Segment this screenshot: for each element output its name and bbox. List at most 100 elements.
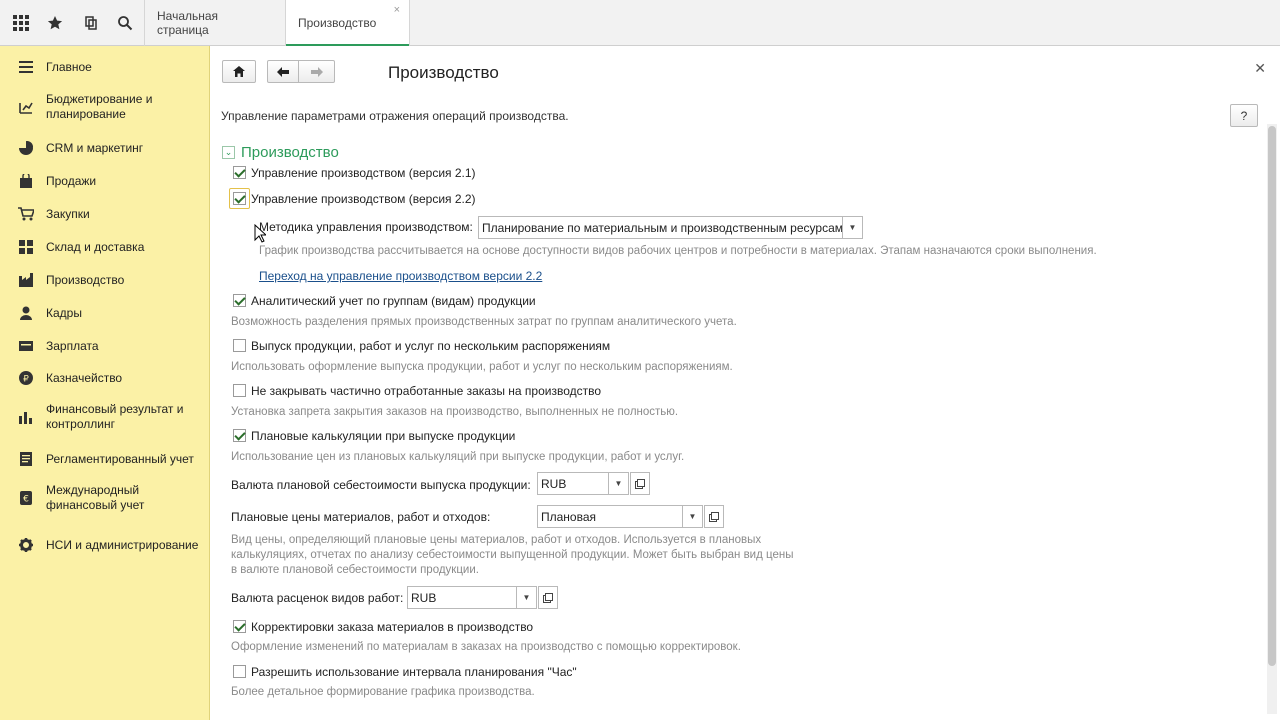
back-button[interactable] — [267, 60, 299, 83]
method-hint: График производства рассчитывается на ос… — [259, 245, 1097, 257]
release-label: Выпуск продукции, работ и услуг по неско… — [251, 339, 611, 353]
collapse-chevron-icon[interactable]: ⌄ — [222, 146, 235, 159]
rate-currency-label: Валюта расценок видов работ: — [231, 591, 404, 605]
plan-calc-checkbox[interactable] — [233, 429, 246, 442]
plan-prices-hint: Вид цены, определяющий плановые цены мат… — [231, 534, 794, 576]
sidebar-item-label: Бюджетирование и планирование — [46, 92, 153, 121]
shopping-bag-icon — [18, 173, 34, 189]
salary-icon — [18, 338, 34, 354]
sidebar-item-label: Международный финансовый учет — [46, 483, 145, 512]
mouse-cursor-icon — [254, 224, 266, 243]
treasury-icon: ₽ — [18, 370, 34, 386]
method-select[interactable]: Планирование по материальным и производс… — [478, 216, 843, 239]
sidebar-item-label: Склад и доставка — [46, 239, 145, 254]
top-bar: Начальная страница Производство × — [0, 0, 1280, 47]
sidebar-item-label: CRM и маркетинг — [46, 140, 144, 155]
gear-icon — [18, 537, 34, 553]
v22-checkbox[interactable] — [233, 192, 246, 205]
corrections-checkbox[interactable] — [233, 620, 246, 633]
sidebar-item-ifrs[interactable]: € Международный финансовый учет — [0, 482, 210, 514]
sidebar-item-production[interactable]: Производство — [0, 270, 210, 290]
sidebar-item-label: Регламентированный учет — [46, 451, 194, 466]
method-label: Методика управления производством: — [259, 220, 473, 234]
sidebar-item-label: Казначейство — [46, 370, 123, 385]
factory-icon — [18, 272, 34, 288]
hour-interval-checkbox[interactable] — [233, 665, 246, 678]
help-button[interactable]: ? — [1230, 104, 1258, 127]
plan-calc-hint: Использование цен из плановых калькуляци… — [231, 451, 685, 463]
noclose-checkbox[interactable] — [233, 384, 246, 397]
release-hint: Использовать оформление выпуска продукци… — [231, 361, 733, 373]
history-icon[interactable] — [74, 0, 108, 45]
chevron-down-icon[interactable]: ▼ — [843, 216, 863, 239]
page-title: Производство — [388, 63, 499, 82]
sidebar: Главное Бюджетирование и планирование CR… — [0, 46, 210, 720]
switch-version-link[interactable]: Переход на управление производством верс… — [259, 269, 542, 283]
home-button[interactable] — [222, 60, 256, 83]
sidebar-item-finresult[interactable]: Финансовый результат и контроллинг — [0, 401, 210, 433]
open-icon[interactable] — [538, 586, 558, 609]
tab-production[interactable]: Производство × — [285, 0, 410, 47]
release-checkbox[interactable] — [233, 339, 246, 352]
sidebar-item-main[interactable]: Главное — [0, 57, 210, 77]
apps-grid-icon[interactable] — [4, 0, 38, 45]
noclose-label: Не закрывать частично отработанные заказ… — [251, 384, 602, 398]
page-description: Управление параметрами отражения операци… — [221, 109, 569, 123]
sidebar-item-regulated[interactable]: Регламентированный учет — [0, 449, 210, 469]
sidebar-item-label: Закупки — [46, 206, 90, 221]
plan-currency-select[interactable]: RUB — [537, 472, 609, 495]
chevron-down-icon[interactable]: ▼ — [683, 505, 703, 528]
chevron-down-icon[interactable]: ▼ — [517, 586, 537, 609]
plan-prices-select[interactable]: Плановая — [537, 505, 683, 528]
scrollbar-thumb[interactable] — [1268, 126, 1276, 666]
home-icon — [233, 66, 245, 77]
main-content: Производство ✕ ? Управление параметрами … — [211, 46, 1280, 720]
svg-text:€: € — [23, 495, 29, 505]
corrections-hint: Оформление изменений по материалам в зак… — [231, 641, 741, 653]
v22-label: Управление производством (версия 2.2) — [251, 192, 476, 206]
sidebar-item-treasury[interactable]: ₽ Казначейство — [0, 368, 210, 388]
analytic-checkbox[interactable] — [233, 294, 246, 307]
cart-icon — [18, 206, 34, 222]
plan-prices-label: Плановые цены материалов, работ и отходо… — [231, 510, 491, 524]
tab-home-label: Начальная страница — [157, 9, 219, 37]
euro-icon: € — [18, 490, 34, 506]
close-icon[interactable]: ✕ — [1254, 60, 1266, 77]
tab-close-icon[interactable]: × — [394, 4, 400, 16]
search-icon[interactable] — [108, 0, 142, 45]
sidebar-item-label: Кадры — [46, 305, 82, 320]
arrow-left-icon — [277, 66, 289, 77]
sidebar-item-admin[interactable]: НСИ и администрирование — [0, 529, 210, 561]
sidebar-item-sales[interactable]: Продажи — [0, 171, 210, 191]
document-icon — [18, 451, 34, 467]
star-icon[interactable] — [38, 0, 72, 45]
svg-text:₽: ₽ — [23, 375, 29, 385]
pie-chart-icon — [18, 140, 34, 156]
sidebar-item-label: Продажи — [46, 173, 97, 188]
open-icon[interactable] — [630, 472, 650, 495]
sidebar-item-label: Зарплата — [46, 338, 99, 353]
sidebar-item-salary[interactable]: Зарплата — [0, 336, 210, 356]
sidebar-item-purchases[interactable]: Закупки — [0, 204, 210, 224]
sidebar-item-crm[interactable]: CRM и маркетинг — [0, 138, 210, 158]
sidebar-item-hr[interactable]: Кадры — [0, 303, 210, 323]
analytic-hint: Возможность разделения прямых производст… — [231, 316, 737, 328]
sidebar-item-budget[interactable]: Бюджетирование и планирование — [0, 91, 210, 123]
hour-interval-label: Разрешить использование интервала планир… — [251, 665, 577, 679]
arrow-right-icon — [310, 66, 323, 77]
sidebar-item-label: Финансовый результат и контроллинг — [46, 402, 184, 431]
section-title[interactable]: Производство — [241, 144, 339, 161]
rate-currency-select[interactable]: RUB — [407, 586, 517, 609]
hour-interval-hint: Более детальное формирование графика про… — [231, 686, 535, 698]
chevron-down-icon[interactable]: ▼ — [609, 472, 629, 495]
corrections-label: Корректировки заказа материалов в произв… — [251, 620, 534, 634]
sidebar-item-warehouse[interactable]: Склад и доставка — [0, 237, 210, 257]
person-icon — [18, 305, 34, 321]
warehouse-icon — [18, 239, 34, 255]
plan-currency-label: Валюта плановой себестоимости выпуска пр… — [231, 478, 531, 492]
open-icon[interactable] — [704, 505, 724, 528]
sidebar-item-label: Производство — [46, 272, 125, 287]
tab-home[interactable]: Начальная страница — [144, 0, 285, 46]
forward-button[interactable] — [299, 60, 335, 83]
v21-checkbox[interactable] — [233, 166, 246, 179]
